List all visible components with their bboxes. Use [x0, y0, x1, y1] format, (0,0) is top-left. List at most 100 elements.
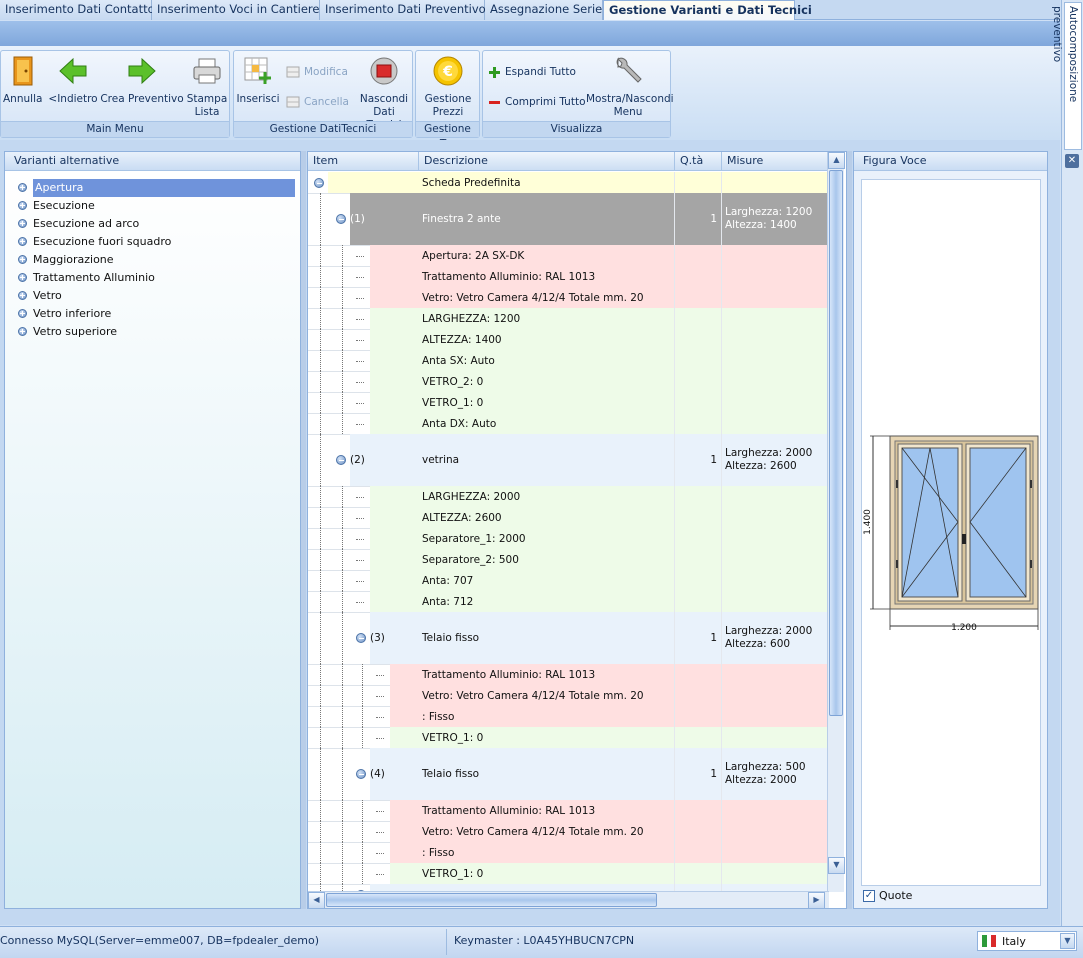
variant-tree-item[interactable]: Vetro superiore	[5, 323, 300, 341]
table-row[interactable]: Apertura: 2A SX-DK	[308, 245, 828, 266]
collapse-node-icon[interactable]	[356, 769, 366, 779]
table-row[interactable]: ALTEZZA: 1400	[308, 329, 828, 350]
tab-2[interactable]: Inserimento Dati Preventivo	[320, 0, 486, 20]
horizontal-scroll-thumb[interactable]	[326, 893, 657, 907]
tab-1[interactable]: Inserimento Voci in Cantiere	[152, 0, 320, 20]
espandi-tutto-button[interactable]: Espandi Tutto	[488, 65, 576, 79]
language-select[interactable]: Italy ▼	[977, 931, 1077, 951]
row-qta	[675, 287, 722, 308]
table-row[interactable]: Scheda Predefinita	[308, 172, 828, 193]
ribbon: Annulla <Indietro Crea Preventivo Stampa…	[0, 46, 1060, 150]
table-row[interactable]: ALTEZZA: 2600	[308, 507, 828, 528]
expand-icon[interactable]	[18, 237, 27, 246]
table-row[interactable]: Anta DX: Auto	[308, 413, 828, 434]
side-tab-label[interactable]: Autocomposizione preventivo	[1051, 2, 1082, 150]
expand-icon[interactable]	[18, 183, 27, 192]
variant-tree-item[interactable]: Apertura	[5, 179, 300, 197]
table-row[interactable]: LARGHEZZA: 1200	[308, 308, 828, 329]
checkbox-check-icon[interactable]: ✓	[863, 889, 875, 902]
table-row[interactable]: (2) vetrina 1 Larghezza: 2000 Altezza: 2600	[308, 434, 828, 486]
horizontal-scrollbar[interactable]: ◀ ▶	[308, 891, 829, 908]
row-descrizione: Separatore_2: 500	[419, 549, 675, 570]
tab-0[interactable]: Inserimento Dati Contatto	[0, 0, 155, 20]
gestione-prezzi-label-2: Prezzi	[432, 106, 464, 118]
quote-checkbox[interactable]: ✓ Quote	[863, 889, 912, 902]
variant-tree-item[interactable]: Esecuzione fuori squadro	[5, 233, 300, 251]
expand-icon[interactable]	[18, 327, 27, 336]
tab-3[interactable]: Assegnazione Serie	[485, 0, 603, 20]
gestione-prezzi-button[interactable]: € Gestione Prezzi	[420, 53, 476, 119]
table-row[interactable]: VETRO_1: 0	[308, 863, 828, 884]
variant-tree-item[interactable]: Trattamento Alluminio	[5, 269, 300, 287]
variant-tree-item[interactable]: Esecuzione ad arco	[5, 215, 300, 233]
modifica-button[interactable]: Modifica	[286, 65, 348, 79]
left-splitter[interactable]	[301, 151, 306, 909]
row-misure	[722, 842, 828, 863]
table-row[interactable]: VETRO_2: 0	[308, 371, 828, 392]
collapse-node-icon[interactable]	[356, 633, 366, 643]
collapse-node-icon[interactable]	[314, 177, 324, 188]
edit-grid-icon	[286, 66, 300, 78]
chevron-down-icon[interactable]: ▼	[1060, 933, 1075, 949]
expand-icon[interactable]	[18, 219, 27, 228]
table-row[interactable]: VETRO_1: 0	[308, 392, 828, 413]
close-icon[interactable]: ✕	[1065, 154, 1079, 168]
table-row[interactable]: VETRO_1: 0	[308, 727, 828, 748]
table-row[interactable]: : Fisso	[308, 706, 828, 727]
mostra-label-2: Menu	[613, 106, 643, 118]
mostra-nascondi-menu-button[interactable]: Mostra/Nascondi Menu	[586, 53, 674, 119]
table-row[interactable]: Trattamento Alluminio: RAL 1013	[308, 800, 828, 821]
table-row[interactable]: (4) Telaio fisso 1 Larghezza: 500 Altezza: 2…	[308, 748, 828, 800]
cancella-button[interactable]: Cancella	[286, 95, 349, 109]
table-row[interactable]: Trattamento Alluminio: RAL 1013	[308, 664, 828, 685]
side-tab-autocomposizione[interactable]: Autocomposizione preventivo ✕	[1051, 0, 1083, 958]
col-descrizione[interactable]: Descrizione	[419, 152, 675, 171]
table-row[interactable]: Separatore_1: 2000	[308, 528, 828, 549]
crea-preventivo-button[interactable]: Crea Preventivo	[100, 53, 184, 106]
vertical-scrollbar[interactable]: ▲ ▼	[827, 152, 845, 892]
expand-icon[interactable]	[18, 201, 27, 210]
table-row[interactable]: (1) Finestra 2 ante 1 Larghezza: 1200 Altezz…	[308, 193, 828, 245]
annulla-button[interactable]: Annulla	[3, 53, 42, 106]
vertical-scroll-thumb[interactable]	[829, 170, 843, 716]
variant-tree-item[interactable]: Vetro inferiore	[5, 305, 300, 323]
collapse-node-icon[interactable]	[336, 214, 346, 224]
tab-4[interactable]: Gestione Varianti e Dati Tecnici	[603, 0, 812, 20]
inserisci-button[interactable]: Inserisci	[236, 53, 280, 106]
row-qta	[675, 863, 722, 884]
table-row[interactable]: Anta: 712	[308, 591, 828, 612]
figura-voce-title: Figura Voce	[854, 152, 1047, 171]
col-misure[interactable]: Misure	[722, 152, 828, 171]
table-row[interactable]: Trattamento Alluminio: RAL 1013	[308, 266, 828, 287]
scroll-up-icon[interactable]: ▲	[828, 152, 845, 169]
table-row[interactable]: Vetro: Vetro Camera 4/12/4 Totale mm. 20	[308, 685, 828, 706]
expand-icon[interactable]	[18, 273, 27, 282]
table-row[interactable]: Separatore_2: 500	[308, 549, 828, 570]
col-qta[interactable]: Q.tà	[675, 152, 722, 171]
table-row[interactable]: (3) Telaio fisso 1 Larghezza: 2000 Altezza: …	[308, 612, 828, 664]
indietro-button[interactable]: <Indietro	[47, 53, 99, 106]
expand-icon[interactable]	[18, 255, 27, 264]
expand-icon[interactable]	[18, 291, 27, 300]
table-row[interactable]: Anta: 707	[308, 570, 828, 591]
comprimi-tutto-button[interactable]: Comprimi Tutto	[488, 95, 586, 109]
row-qta	[675, 392, 722, 413]
variant-tree-item[interactable]: Maggiorazione	[5, 251, 300, 269]
table-row[interactable]: : Fisso	[308, 842, 828, 863]
scroll-left-icon[interactable]: ◀	[308, 892, 325, 908]
right-splitter[interactable]	[847, 151, 852, 909]
table-row[interactable]: LARGHEZZA: 2000	[308, 486, 828, 507]
table-row[interactable]: Vetro: Vetro Camera 4/12/4 Totale mm. 20	[308, 821, 828, 842]
scroll-right-icon[interactable]: ▶	[808, 892, 825, 908]
table-row[interactable]: Anta SX: Auto	[308, 350, 828, 371]
col-item[interactable]: Item	[308, 152, 419, 171]
expand-icon[interactable]	[18, 309, 27, 318]
stampa-lista-button[interactable]: Stampa Lista	[185, 53, 229, 119]
variant-tree-item[interactable]: Esecuzione	[5, 197, 300, 215]
table-row[interactable]: Vetro: Vetro Camera 4/12/4 Totale mm. 20	[308, 287, 828, 308]
cancella-label: Cancella	[304, 96, 349, 108]
collapse-node-icon[interactable]	[336, 455, 346, 465]
scroll-down-icon[interactable]: ▼	[828, 857, 845, 874]
variant-tree-item[interactable]: Vetro	[5, 287, 300, 305]
group-gestione-dati-tecnici: Inserisci Modifica Cancella Nascondi Dat…	[233, 50, 413, 138]
